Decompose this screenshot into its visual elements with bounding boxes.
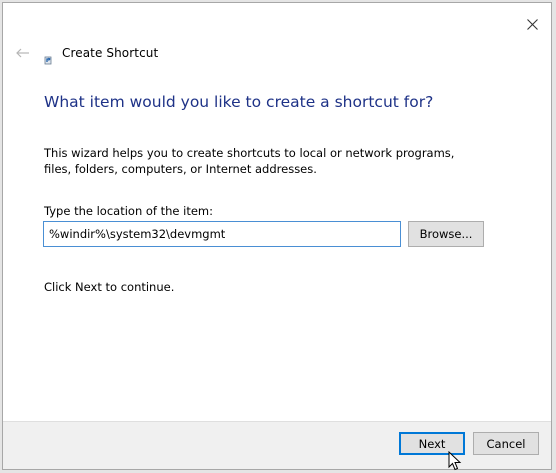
continue-hint: Click Next to continue. — [44, 280, 175, 294]
dialog-footer: Next Cancel — [3, 421, 551, 469]
mouse-cursor-icon — [448, 451, 462, 471]
wizard-description: This wizard helps you to create shortcut… — [44, 146, 455, 176]
back-button[interactable] — [12, 42, 34, 64]
shortcut-icon — [44, 56, 52, 65]
page-heading: What item would you like to create a sho… — [44, 93, 434, 111]
window-title: Create Shortcut — [62, 46, 159, 60]
back-arrow-icon — [16, 48, 29, 58]
location-label: Type the location of the item: — [44, 204, 214, 218]
close-button[interactable] — [519, 12, 545, 36]
cancel-button[interactable]: Cancel — [473, 432, 539, 455]
browse-button[interactable]: Browse... — [408, 221, 484, 247]
create-shortcut-dialog: Create Shortcut What item would you like… — [2, 2, 552, 470]
close-icon — [526, 18, 538, 30]
location-input[interactable] — [43, 221, 401, 247]
